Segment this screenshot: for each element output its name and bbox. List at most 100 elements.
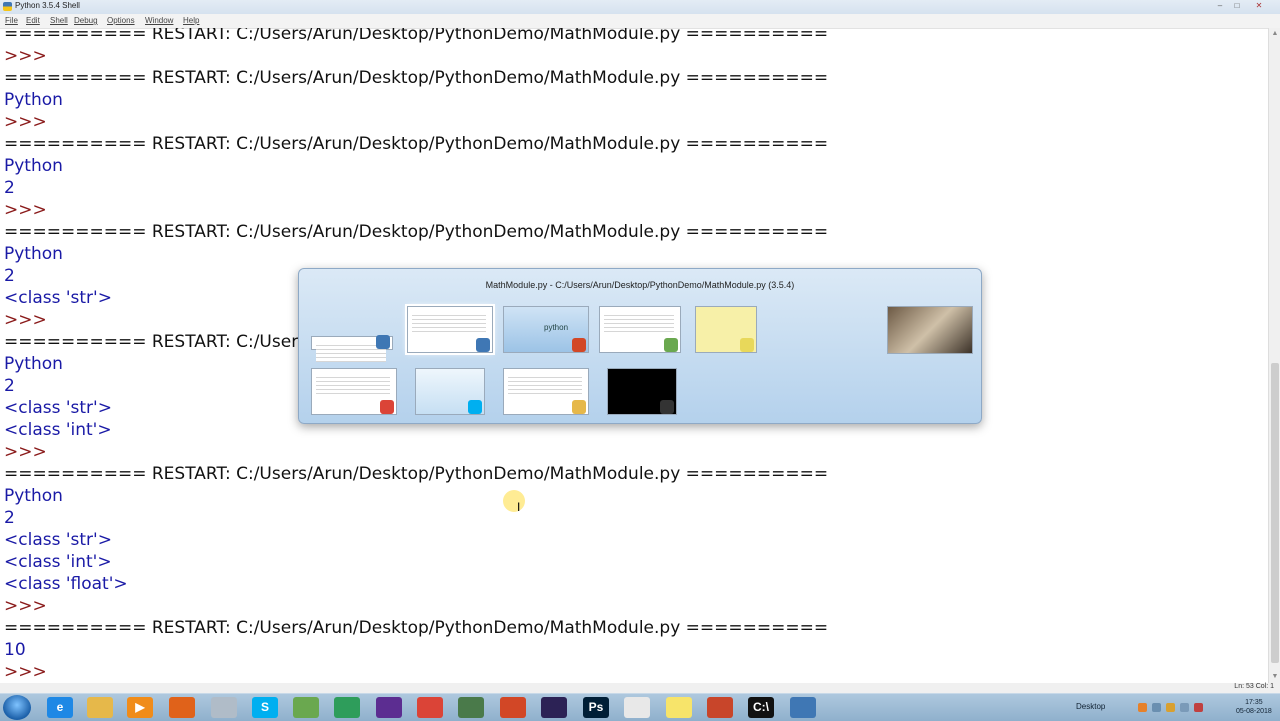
shell-line-restart: ========== RESTART: C:/Users/Arun/Deskto… bbox=[4, 28, 829, 44]
shell-line-prompt: >>> bbox=[4, 112, 47, 132]
status-bar: Ln: 53 Col: 1 bbox=[0, 683, 1280, 693]
clock-date: 05-08-2018 bbox=[1236, 708, 1272, 715]
shell-line-prompt: >>> bbox=[4, 596, 47, 616]
powerpoint-icon-2[interactable] bbox=[707, 697, 733, 718]
window-title: Python 3.5.4 Shell bbox=[15, 1, 80, 10]
thumbnail-chrome-window[interactable] bbox=[311, 368, 397, 415]
python-icon bbox=[476, 338, 490, 352]
thumbnail-sticky-notes-window[interactable] bbox=[695, 306, 757, 353]
close-button[interactable]: ✕ bbox=[1246, 1, 1272, 11]
menu-shell[interactable]: Shell bbox=[50, 16, 68, 25]
task-manager-icon[interactable] bbox=[458, 697, 484, 718]
scroll-down-icon[interactable]: ▼ bbox=[1271, 673, 1279, 680]
shell-line-output: <class 'str'> bbox=[4, 530, 112, 550]
cmd-icon[interactable]: C:\ bbox=[748, 697, 774, 718]
thumbnail-photo-window[interactable] bbox=[887, 306, 973, 354]
shell-line-output: 2 bbox=[4, 266, 15, 286]
sticky-notes-icon[interactable] bbox=[666, 697, 692, 718]
menu-window[interactable]: Window bbox=[145, 16, 173, 25]
shell-line-output: 2 bbox=[4, 508, 15, 528]
tray-network-icon[interactable] bbox=[1152, 703, 1161, 712]
menu-debug[interactable]: Debug bbox=[74, 16, 98, 25]
cursor-highlight bbox=[503, 490, 525, 512]
chrome-icon bbox=[380, 400, 394, 414]
cmd-icon bbox=[660, 400, 674, 414]
chrome-icon[interactable] bbox=[417, 697, 443, 718]
thumbnail-notepad-plus-plus-window[interactable] bbox=[599, 306, 681, 353]
menu-file[interactable]: File bbox=[5, 16, 18, 25]
cursor-position: Ln: 53 Col: 1 bbox=[1234, 683, 1274, 690]
minimize-button[interactable]: – bbox=[1212, 1, 1228, 11]
thumbnail-skype-window[interactable] bbox=[415, 368, 485, 415]
file-explorer-icon[interactable] bbox=[87, 697, 113, 718]
scrollbar-thumb[interactable] bbox=[1271, 363, 1279, 663]
tray-desktop-label[interactable]: Desktop bbox=[1076, 702, 1105, 711]
notepadpp-icon[interactable] bbox=[293, 697, 319, 718]
sticky-notes-icon bbox=[740, 338, 754, 352]
visual-studio-icon[interactable] bbox=[376, 697, 402, 718]
shell-line-output: Python bbox=[4, 244, 63, 264]
thumbnail-powerpoint-python-slide[interactable]: python bbox=[503, 306, 589, 353]
eclipse-icon[interactable] bbox=[541, 697, 567, 718]
thumbnail-mathmodule-editor-window[interactable] bbox=[405, 304, 495, 355]
tray-volume-icon[interactable] bbox=[1180, 703, 1189, 712]
python-idle-icon[interactable] bbox=[790, 697, 816, 718]
media-player-icon[interactable]: ▶ bbox=[127, 697, 153, 718]
window-switcher[interactable]: MathModule.py - C:/Users/Arun/Desktop/Py… bbox=[298, 268, 982, 424]
snipping-tool-icon[interactable] bbox=[211, 697, 237, 718]
scroll-up-icon[interactable]: ▲ bbox=[1271, 30, 1279, 37]
shell-line-prompt: >>> bbox=[4, 46, 47, 66]
menu-bar: File Edit Shell Debug Options Window Help bbox=[0, 14, 1280, 29]
internet-explorer-icon[interactable]: e bbox=[47, 697, 73, 718]
start-button[interactable] bbox=[3, 695, 31, 720]
taskbar: e ▶ S Ps C:\ Desktop 17:35 05-08-2018 bbox=[0, 693, 1280, 721]
shell-line-prompt: >>> bbox=[4, 662, 47, 682]
menu-help[interactable]: Help bbox=[183, 16, 199, 25]
thumbnail-label: python bbox=[544, 323, 569, 332]
vertical-scrollbar[interactable]: ▲ ▼ bbox=[1268, 28, 1280, 683]
tray-security-icon[interactable] bbox=[1194, 703, 1203, 712]
shell-line-output: Python bbox=[4, 354, 63, 374]
java-icon[interactable] bbox=[624, 697, 650, 718]
maximize-button[interactable]: □ bbox=[1229, 1, 1245, 11]
shell-line-output: Python bbox=[4, 90, 63, 110]
folder-icon bbox=[572, 400, 586, 414]
clock-time: 17:35 bbox=[1245, 699, 1263, 706]
thumbnail-python-shell-window[interactable] bbox=[311, 335, 393, 362]
menu-options[interactable]: Options bbox=[107, 16, 135, 25]
thumbnail-content bbox=[604, 312, 674, 332]
skype-icon bbox=[468, 400, 482, 414]
shell-line-restart: ========== RESTART: C:/Users/Arun/Deskto… bbox=[4, 222, 829, 242]
tray-clock[interactable]: 17:35 05-08-2018 bbox=[1236, 698, 1272, 716]
shell-line-restart: ========== RESTART: C:/Users/Arun/Deskto… bbox=[4, 68, 829, 88]
firefox-icon[interactable] bbox=[169, 697, 195, 718]
shell-line-output: <class 'float'> bbox=[4, 574, 128, 594]
skype-icon[interactable]: S bbox=[252, 697, 278, 718]
switcher-title: MathModule.py - C:/Users/Arun/Desktop/Py… bbox=[485, 280, 795, 290]
thumbnail-command-prompt-window[interactable] bbox=[607, 368, 677, 415]
shell-line-output: Python bbox=[4, 486, 63, 506]
tray-flag-icon[interactable] bbox=[1166, 703, 1175, 712]
text-cursor-icon: I bbox=[517, 500, 521, 514]
tray-app-icon[interactable] bbox=[1138, 703, 1147, 712]
shell-line-prompt: >>> bbox=[4, 200, 47, 220]
thumbnail-explorer-window[interactable] bbox=[503, 368, 589, 415]
shell-line-restart: ========== RESTART: C:/Users/Arun/Deskto… bbox=[4, 134, 829, 154]
powerpoint-icon[interactable] bbox=[500, 697, 526, 718]
shell-line-output: <class 'str'> bbox=[4, 398, 112, 418]
title-bar[interactable]: Python 3.5.4 Shell – □ ✕ bbox=[0, 0, 1280, 14]
photoshop-icon[interactable]: Ps bbox=[583, 697, 609, 718]
shell-line-output: <class 'str'> bbox=[4, 288, 112, 308]
shell-line-output: Python bbox=[4, 156, 63, 176]
thumbnail-content bbox=[412, 312, 486, 332]
notepadpp-icon bbox=[664, 338, 678, 352]
shell-line-restart: ========== RESTART: C:/Users/Arun/Deskto… bbox=[4, 618, 829, 638]
menu-edit[interactable]: Edit bbox=[26, 16, 40, 25]
shell-line-output: 2 bbox=[4, 178, 15, 198]
shell-line-restart: ========== RESTART: C:/Users/Arun/Deskto… bbox=[4, 464, 829, 484]
powerpoint-icon bbox=[572, 338, 586, 352]
shell-line-output: 10 bbox=[4, 640, 26, 660]
python-icon bbox=[3, 2, 12, 11]
python-icon bbox=[376, 335, 390, 349]
pycharm-icon[interactable] bbox=[334, 697, 360, 718]
